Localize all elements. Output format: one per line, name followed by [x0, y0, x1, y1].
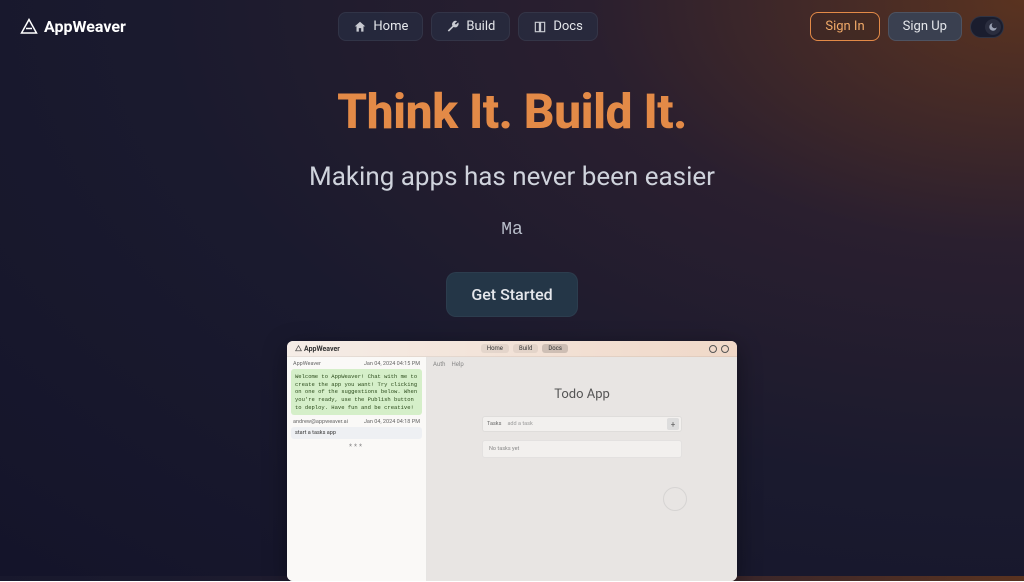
demo-empty-state: No tasks yet [482, 440, 682, 458]
nav-home[interactable]: Home [338, 12, 423, 41]
nav-center: Home Build Docs [338, 12, 597, 41]
fingerprint-icon [663, 487, 687, 511]
demo-container: AppWeaver Home Build Docs AppWeaver Jan … [0, 341, 1024, 581]
demo-typing-indicator: *** [291, 443, 422, 451]
demo-input-label: Tasks [487, 421, 501, 427]
demo-user-message: start a tasks app [291, 427, 422, 439]
demo-task-input: Tasks add a task + [482, 416, 682, 432]
demo-screenshot: AppWeaver Home Build Docs AppWeaver Jan … [287, 341, 737, 581]
nav-home-label: Home [373, 19, 408, 34]
demo-nav: AppWeaver Home Build Docs [287, 341, 737, 357]
demo-nav-home: Home [481, 344, 509, 353]
nav-docs[interactable]: Docs [518, 12, 597, 41]
demo-chat-user-header: andrew@appweaver.ai Jan 04, 2024 04:18 P… [291, 419, 422, 425]
get-started-button[interactable]: Get Started [446, 272, 577, 317]
demo-logo-icon [295, 345, 302, 352]
demo-avatar-icon [709, 345, 717, 353]
demo-preview-panel: Auth Help Todo App Tasks add a task + No… [427, 357, 737, 581]
theme-toggle[interactable] [970, 16, 1004, 38]
demo-theme-icon [721, 345, 729, 353]
hero-title: Think It. Build It. [0, 83, 1024, 140]
demo-user-time: Jan 04, 2024 04:18 PM [364, 419, 420, 425]
demo-body: AppWeaver Jan 04, 2024 04:15 PM Welcome … [287, 357, 737, 581]
book-icon [533, 20, 547, 34]
demo-app-title: Todo App [554, 387, 610, 402]
hero: Think It. Build It. Making apps has neve… [0, 83, 1024, 317]
wrench-icon [446, 20, 460, 34]
nav-right: Sign In Sign Up [810, 12, 1004, 41]
demo-bot-message: Welcome to AppWeaver! Chat with me to cr… [291, 369, 422, 415]
demo-user-name: andrew@appweaver.ai [293, 419, 348, 425]
nav-build-label: Build [466, 19, 495, 34]
nav-docs-label: Docs [553, 19, 582, 34]
demo-input-placeholder: add a task [507, 421, 532, 427]
demo-add-icon: + [667, 418, 679, 430]
navbar: AppWeaver Home Build Docs Sign In Sign U… [0, 0, 1024, 53]
typing-text: Ma [0, 220, 1024, 240]
signup-button[interactable]: Sign Up [888, 12, 962, 41]
demo-brand: AppWeaver [295, 345, 340, 353]
demo-bot-time: Jan 04, 2024 04:15 PM [364, 361, 420, 367]
demo-tab-auth: Auth [433, 361, 445, 368]
demo-preview-tabs: Auth Help [433, 361, 464, 368]
demo-chat-bot-header: AppWeaver Jan 04, 2024 04:15 PM [291, 361, 422, 367]
demo-nav-docs: Docs [542, 344, 568, 353]
logo-icon [20, 18, 38, 36]
brand-text: AppWeaver [44, 17, 126, 36]
demo-nav-build: Build [513, 344, 538, 353]
demo-nav-center: Home Build Docs [481, 344, 568, 353]
signin-button[interactable]: Sign In [810, 12, 879, 41]
demo-nav-right [709, 345, 729, 353]
demo-chat-panel: AppWeaver Jan 04, 2024 04:15 PM Welcome … [287, 357, 427, 581]
home-icon [353, 20, 367, 34]
brand[interactable]: AppWeaver [20, 17, 126, 36]
moon-icon [985, 19, 1001, 35]
hero-subtitle: Making apps has never been easier [0, 162, 1024, 192]
nav-build[interactable]: Build [431, 12, 510, 41]
demo-bot-name: AppWeaver [293, 361, 321, 367]
demo-tab-help: Help [451, 361, 463, 368]
demo-brand-text: AppWeaver [304, 345, 340, 353]
